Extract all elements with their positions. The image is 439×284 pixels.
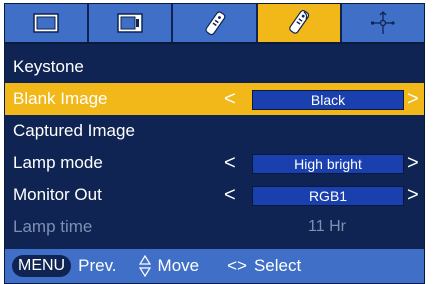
monitor-out-value: RGB1: [252, 186, 404, 206]
menu-item-monitor-out[interactable]: Monitor Out < RGB1 >: [5, 179, 424, 211]
tab-remote[interactable]: [173, 4, 258, 42]
menu-item-lamp-mode[interactable]: Lamp mode < High bright >: [5, 147, 424, 179]
network-icon: [370, 11, 395, 34]
tab-screen[interactable]: [89, 4, 174, 42]
menu-item-label: Lamp time: [13, 217, 93, 236]
screen-icon: [117, 13, 144, 33]
picture-icon: [33, 13, 59, 33]
lamp-time-value: 11 Hr: [308, 218, 346, 235]
menu-item-lamp-time: Lamp time 11 Hr: [5, 211, 424, 243]
move-hint: Move: [157, 256, 200, 275]
options-icon: [288, 10, 309, 34]
arrow-left-icon[interactable]: <: [224, 179, 236, 211]
arrow-left-icon[interactable]: <: [224, 147, 236, 179]
menu-list: Keystone Blank Image < Black > Captured …: [5, 51, 424, 243]
osd-menu: Keystone Blank Image < Black > Captured …: [4, 3, 425, 284]
menu-item-label: Lamp mode: [13, 153, 103, 172]
prev-hint: Prev.: [78, 256, 117, 275]
lamp-mode-value: High bright: [252, 154, 404, 174]
menu-item-label: Monitor Out: [13, 185, 102, 204]
menu-item-label: Captured Image: [13, 121, 135, 140]
menu-item-captured-image[interactable]: Captured Image: [5, 115, 424, 147]
up-down-arrow-icon: [138, 255, 151, 277]
menu-item-label: Keystone: [13, 57, 84, 76]
blank-image-value: Black: [252, 90, 404, 110]
arrow-right-icon[interactable]: >: [407, 179, 419, 211]
left-right-arrow-icon: <>: [227, 256, 247, 275]
tab-options[interactable]: [257, 4, 342, 42]
tab-bar: [5, 4, 425, 44]
tab-picture[interactable]: [5, 4, 90, 42]
arrow-left-icon[interactable]: <: [224, 83, 236, 115]
footer-hint-bar: MENU Prev. Move <> Select: [5, 249, 424, 283]
tab-network[interactable]: [341, 4, 425, 42]
select-hint: Select: [253, 256, 302, 275]
arrow-right-icon[interactable]: >: [407, 147, 419, 179]
menu-item-label: Blank Image: [13, 89, 108, 108]
remote-icon: [204, 11, 225, 36]
menu-item-blank-image[interactable]: Blank Image < Black >: [5, 83, 424, 115]
menu-item-keystone[interactable]: Keystone: [5, 51, 424, 83]
arrow-right-icon[interactable]: >: [407, 83, 419, 115]
menu-key-badge: MENU: [12, 255, 72, 277]
